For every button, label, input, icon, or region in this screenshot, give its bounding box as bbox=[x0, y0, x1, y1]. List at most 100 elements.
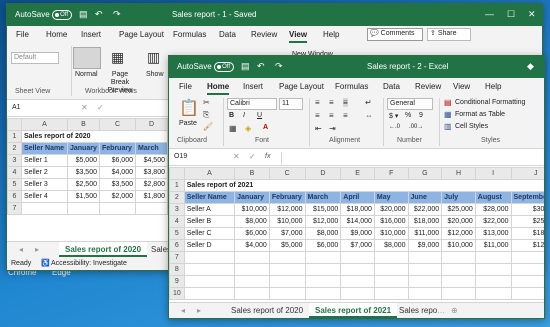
italic-button[interactable]: I bbox=[243, 112, 245, 119]
table-cell[interactable]: $4,000 bbox=[234, 239, 270, 252]
column-header[interactable]: H bbox=[441, 167, 476, 180]
table-cell[interactable] bbox=[135, 202, 168, 215]
tab-review[interactable]: Review bbox=[251, 30, 277, 39]
table-cell[interactable]: $7,000 bbox=[340, 239, 375, 252]
table-cell[interactable] bbox=[407, 251, 443, 264]
tab-data[interactable]: Data bbox=[219, 30, 236, 39]
table-cell[interactable] bbox=[340, 275, 375, 288]
table-cell[interactable]: Seller A bbox=[183, 203, 236, 216]
insert-function-button[interactable]: fx bbox=[265, 153, 270, 160]
table-cell[interactable] bbox=[234, 275, 270, 288]
table-cell[interactable]: $10,000 bbox=[234, 203, 270, 216]
save-icon[interactable]: ▤ bbox=[79, 9, 88, 20]
comments-button[interactable]: 💬 Comments bbox=[367, 28, 423, 41]
comma-button[interactable]: 9 bbox=[419, 112, 423, 119]
close-icon[interactable]: ✕ bbox=[528, 9, 536, 20]
table-cell[interactable] bbox=[67, 202, 100, 215]
sheet-tab-2021[interactable]: Sales report of 2021 bbox=[309, 303, 398, 318]
table-cell[interactable] bbox=[510, 275, 544, 288]
font-color-icon[interactable]: A bbox=[263, 124, 268, 131]
header-cell[interactable]: February bbox=[99, 142, 136, 155]
select-all-corner[interactable] bbox=[7, 118, 22, 131]
tab-formulas[interactable]: Formulas bbox=[335, 82, 368, 91]
decrease-decimal-button[interactable]: .00→ bbox=[409, 124, 423, 130]
table-cell[interactable]: $8,000 bbox=[234, 215, 270, 228]
row-header[interactable]: 1 bbox=[7, 130, 22, 143]
tab-file[interactable]: File bbox=[16, 30, 29, 39]
table-cell[interactable] bbox=[510, 287, 544, 300]
underline-button[interactable]: U bbox=[257, 112, 262, 119]
scroll-left-icon[interactable]: ◂ bbox=[19, 245, 23, 254]
column-header[interactable]: B bbox=[67, 118, 100, 131]
table-cell[interactable] bbox=[183, 263, 236, 276]
table-cell[interactable]: $4,500 bbox=[135, 154, 168, 167]
table-cell[interactable]: $16,000 bbox=[373, 215, 409, 228]
row-header[interactable]: 4 bbox=[7, 166, 22, 179]
table-cell[interactable]: $3,500 bbox=[67, 166, 100, 179]
table-cell[interactable] bbox=[21, 202, 68, 215]
table-cell[interactable]: $8,000 bbox=[304, 227, 342, 240]
table-cell[interactable]: $2,000 bbox=[99, 190, 136, 203]
redo-icon[interactable]: ↷ bbox=[113, 9, 121, 20]
table-cell[interactable] bbox=[183, 275, 236, 288]
header-cell[interactable]: April bbox=[340, 191, 375, 204]
table-cell[interactable]: $18,000 bbox=[407, 215, 443, 228]
percent-button[interactable]: % bbox=[405, 112, 411, 119]
column-header[interactable]: A bbox=[183, 167, 236, 180]
row-header[interactable]: 5 bbox=[7, 178, 22, 191]
sheet-tab-2020[interactable]: Sales report of 2020 bbox=[59, 242, 148, 257]
format-as-table-icon[interactable]: ▦ bbox=[444, 110, 452, 119]
tab-home[interactable]: Home bbox=[207, 82, 230, 95]
back-sheet-title[interactable]: Sales report of 2020 bbox=[21, 130, 168, 143]
normal-view-icon[interactable] bbox=[73, 47, 101, 69]
row-header[interactable]: 7 bbox=[169, 251, 185, 264]
cancel-icon[interactable]: ✕ bbox=[233, 152, 240, 161]
share-button[interactable]: ⇪ Share bbox=[427, 28, 471, 41]
table-cell[interactable]: $2,800 bbox=[135, 178, 168, 191]
increase-indent-icon[interactable]: ⇥ bbox=[329, 124, 336, 133]
table-cell[interactable] bbox=[407, 275, 443, 288]
table-cell[interactable] bbox=[183, 251, 236, 264]
redo-icon[interactable]: ↷ bbox=[275, 61, 283, 72]
show-button[interactable]: Show bbox=[146, 71, 164, 78]
table-cell[interactable] bbox=[474, 263, 512, 276]
table-cell[interactable] bbox=[373, 287, 409, 300]
sheet-tab-2020[interactable]: Sales report of 2020 bbox=[225, 303, 309, 318]
table-cell[interactable]: Seller 1 bbox=[21, 154, 68, 167]
table-cell[interactable]: $20,000 bbox=[373, 203, 409, 216]
wrap-text-icon[interactable]: ↵ bbox=[365, 98, 372, 107]
header-cell[interactable]: June bbox=[407, 191, 443, 204]
table-cell[interactable] bbox=[340, 251, 375, 264]
table-cell[interactable] bbox=[304, 251, 342, 264]
column-header[interactable]: B bbox=[234, 167, 270, 180]
borders-icon[interactable]: ▦ bbox=[229, 124, 237, 133]
select-all-corner[interactable] bbox=[169, 167, 185, 180]
table-cell[interactable]: $12,000 bbox=[441, 227, 476, 240]
add-sheet-icon[interactable]: ⊕ bbox=[451, 306, 458, 315]
header-cell[interactable]: March bbox=[304, 191, 342, 204]
table-cell[interactable] bbox=[99, 202, 136, 215]
header-cell[interactable]: September bbox=[510, 191, 544, 204]
table-cell[interactable] bbox=[407, 287, 443, 300]
row-header[interactable]: 3 bbox=[169, 203, 185, 216]
column-header[interactable]: E bbox=[340, 167, 375, 180]
row-header[interactable]: 1 bbox=[169, 179, 185, 192]
cancel-icon[interactable]: ✕ bbox=[81, 103, 88, 112]
column-header[interactable]: D bbox=[135, 118, 168, 131]
table-cell[interactable]: Seller C bbox=[183, 227, 236, 240]
row-header[interactable]: 10 bbox=[169, 287, 185, 300]
align-center-icon[interactable]: ≡ bbox=[329, 111, 334, 120]
tab-review[interactable]: Review bbox=[415, 82, 441, 91]
conditional-formatting-button[interactable]: Conditional Formatting bbox=[455, 99, 525, 106]
front-name-box[interactable]: O19 bbox=[172, 152, 224, 164]
front-sheet-grid[interactable]: A B C D E F G H I J 1 Sales report of 202… bbox=[169, 167, 544, 300]
increase-decimal-button[interactable]: ←.0 bbox=[389, 124, 400, 130]
table-cell[interactable] bbox=[234, 263, 270, 276]
table-cell[interactable] bbox=[441, 287, 476, 300]
more-sheets-icon[interactable]: … bbox=[437, 306, 445, 315]
diamond-icon[interactable]: ◆ bbox=[527, 61, 534, 72]
table-cell[interactable] bbox=[183, 287, 236, 300]
table-cell[interactable] bbox=[304, 275, 342, 288]
table-cell[interactable]: $12,000 bbox=[268, 203, 306, 216]
table-cell[interactable]: $13,000 bbox=[474, 227, 512, 240]
